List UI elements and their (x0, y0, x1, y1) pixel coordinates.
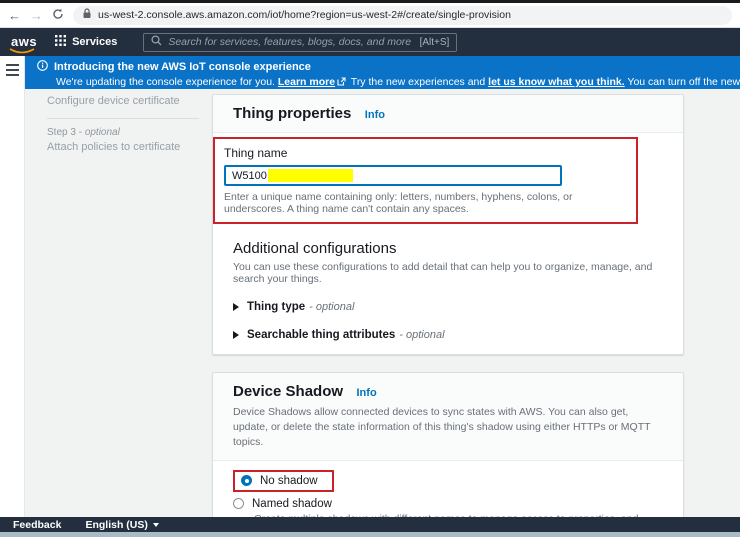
services-menu[interactable]: Services (55, 35, 117, 49)
external-link-icon (337, 77, 346, 89)
step3-label: Step 3 - optional (47, 127, 209, 138)
main-content: Configure device certificate Step 3 - op… (25, 89, 740, 517)
bottom-edge-strip (0, 532, 740, 537)
thing-name-value: W5100 (232, 169, 267, 182)
services-label: Services (72, 36, 118, 48)
radio-no-shadow[interactable] (241, 475, 252, 487)
device-shadow-info-link[interactable]: Info (357, 387, 377, 399)
feedback-button[interactable]: Feedback (13, 519, 61, 531)
learn-more-link[interactable]: Learn more (278, 76, 335, 88)
thing-properties-body: Thing name W5100 Enter a unique name con… (213, 137, 683, 354)
option-named-shadow[interactable]: Named shadow (233, 498, 663, 510)
additional-configurations-desc: You can use these configurations to add … (233, 261, 653, 285)
aws-logo[interactable]: aws (9, 34, 39, 55)
device-shadow-desc: Device Shadows allow connected devices t… (233, 406, 651, 449)
step3-text: Step 3 - (47, 126, 85, 138)
browser-forward-icon[interactable]: → (30, 9, 43, 22)
expander-label: Searchable thing attributes (247, 329, 396, 341)
thing-properties-header: Thing properties Info (213, 95, 683, 133)
services-grid-icon (55, 35, 67, 49)
thing-properties-info-link[interactable]: Info (365, 109, 385, 121)
expander-thing-type[interactable]: Thing type - optional (233, 301, 663, 313)
wizard-step-nav: Configure device certificate Step 3 - op… (47, 92, 209, 155)
expander-searchable-attributes[interactable]: Searchable thing attributes - optional (233, 329, 663, 341)
info-circle-icon (37, 60, 48, 74)
thing-name-helper-text: Enter a unique name containing only: let… (224, 191, 573, 215)
thing-name-input[interactable]: W5100 (224, 165, 562, 186)
collapsed-sidebar (0, 56, 25, 517)
expander-label: Thing type (247, 301, 306, 313)
banner-text: We're updating the console experience fo… (56, 76, 278, 88)
iot-console-banner: Introducing the new AWS IoT console expe… (25, 56, 740, 89)
additional-configurations-title: Additional configurations (233, 240, 397, 257)
device-shadow-card: Device Shadow Info Device Shadows allow … (212, 372, 684, 517)
thing-name-annotation-box: Thing name W5100 Enter a unique name con… (213, 137, 638, 224)
browser-reload-icon[interactable] (52, 8, 64, 22)
redaction-highlight (267, 169, 353, 182)
search-shortcut: [Alt+S] (419, 36, 450, 48)
device-shadow-body: No shadow Named shadow Create multiple s… (213, 461, 683, 517)
search-placeholder: Search for services, features, blogs, do… (168, 36, 412, 48)
device-shadow-title: Device Shadow (233, 383, 344, 400)
chevron-down-icon (152, 522, 159, 527)
chevron-right-icon (233, 331, 239, 339)
step-nav-attach-policies[interactable]: Attach policies to certificate (47, 140, 209, 155)
chevron-right-icon (233, 303, 239, 311)
banner-title: Introducing the new AWS IoT console expe… (54, 61, 311, 73)
expander-suffix: - optional (309, 301, 355, 313)
hamburger-menu-icon[interactable] (5, 64, 19, 76)
radio-named-shadow[interactable] (233, 498, 244, 510)
lock-icon (82, 6, 92, 24)
language-label: English (US) (85, 518, 148, 531)
additional-configurations-section: Additional configurations You can use th… (213, 224, 683, 354)
no-shadow-annotation-box: No shadow (233, 469, 334, 492)
thing-properties-title: Thing properties (233, 105, 352, 122)
step-nav-configure-certificate[interactable]: Configure device certificate (47, 94, 209, 109)
feedback-link[interactable]: let us know what you think. (488, 76, 625, 88)
no-shadow-label: No shadow (260, 474, 318, 487)
named-shadow-label: Named shadow (252, 497, 332, 510)
banner-text: Try the new experiences and (348, 76, 489, 88)
services-search-input[interactable]: Search for services, features, blogs, do… (143, 32, 458, 52)
url-bar[interactable]: us-west-2.console.aws.amazon.com/iot/hom… (73, 5, 732, 25)
url-text: us-west-2.console.aws.amazon.com/iot/hom… (98, 9, 511, 21)
device-shadow-header: Device Shadow Info Device Shadows allow … (213, 373, 683, 461)
step-nav-divider (47, 117, 199, 119)
expander-suffix: - optional (399, 329, 445, 341)
banner-message: We're updating the console experience fo… (56, 76, 740, 89)
browser-back-icon[interactable]: ← (8, 9, 21, 22)
banner-text: You can turn off the new experience from… (627, 76, 740, 88)
thing-name-label: Thing name (224, 146, 288, 160)
thing-properties-card: Thing properties Info Thing name W5100 E… (212, 94, 684, 355)
search-icon (151, 33, 162, 51)
step3-optional: optional (84, 126, 120, 138)
aws-top-nav: aws Services Search for services, featur… (0, 28, 740, 56)
console-footer: Feedback English (US) (0, 517, 740, 532)
browser-address-bar: ← → us-west-2.console.aws.amazon.com/iot… (0, 3, 740, 28)
language-selector[interactable]: English (US) (85, 518, 159, 531)
